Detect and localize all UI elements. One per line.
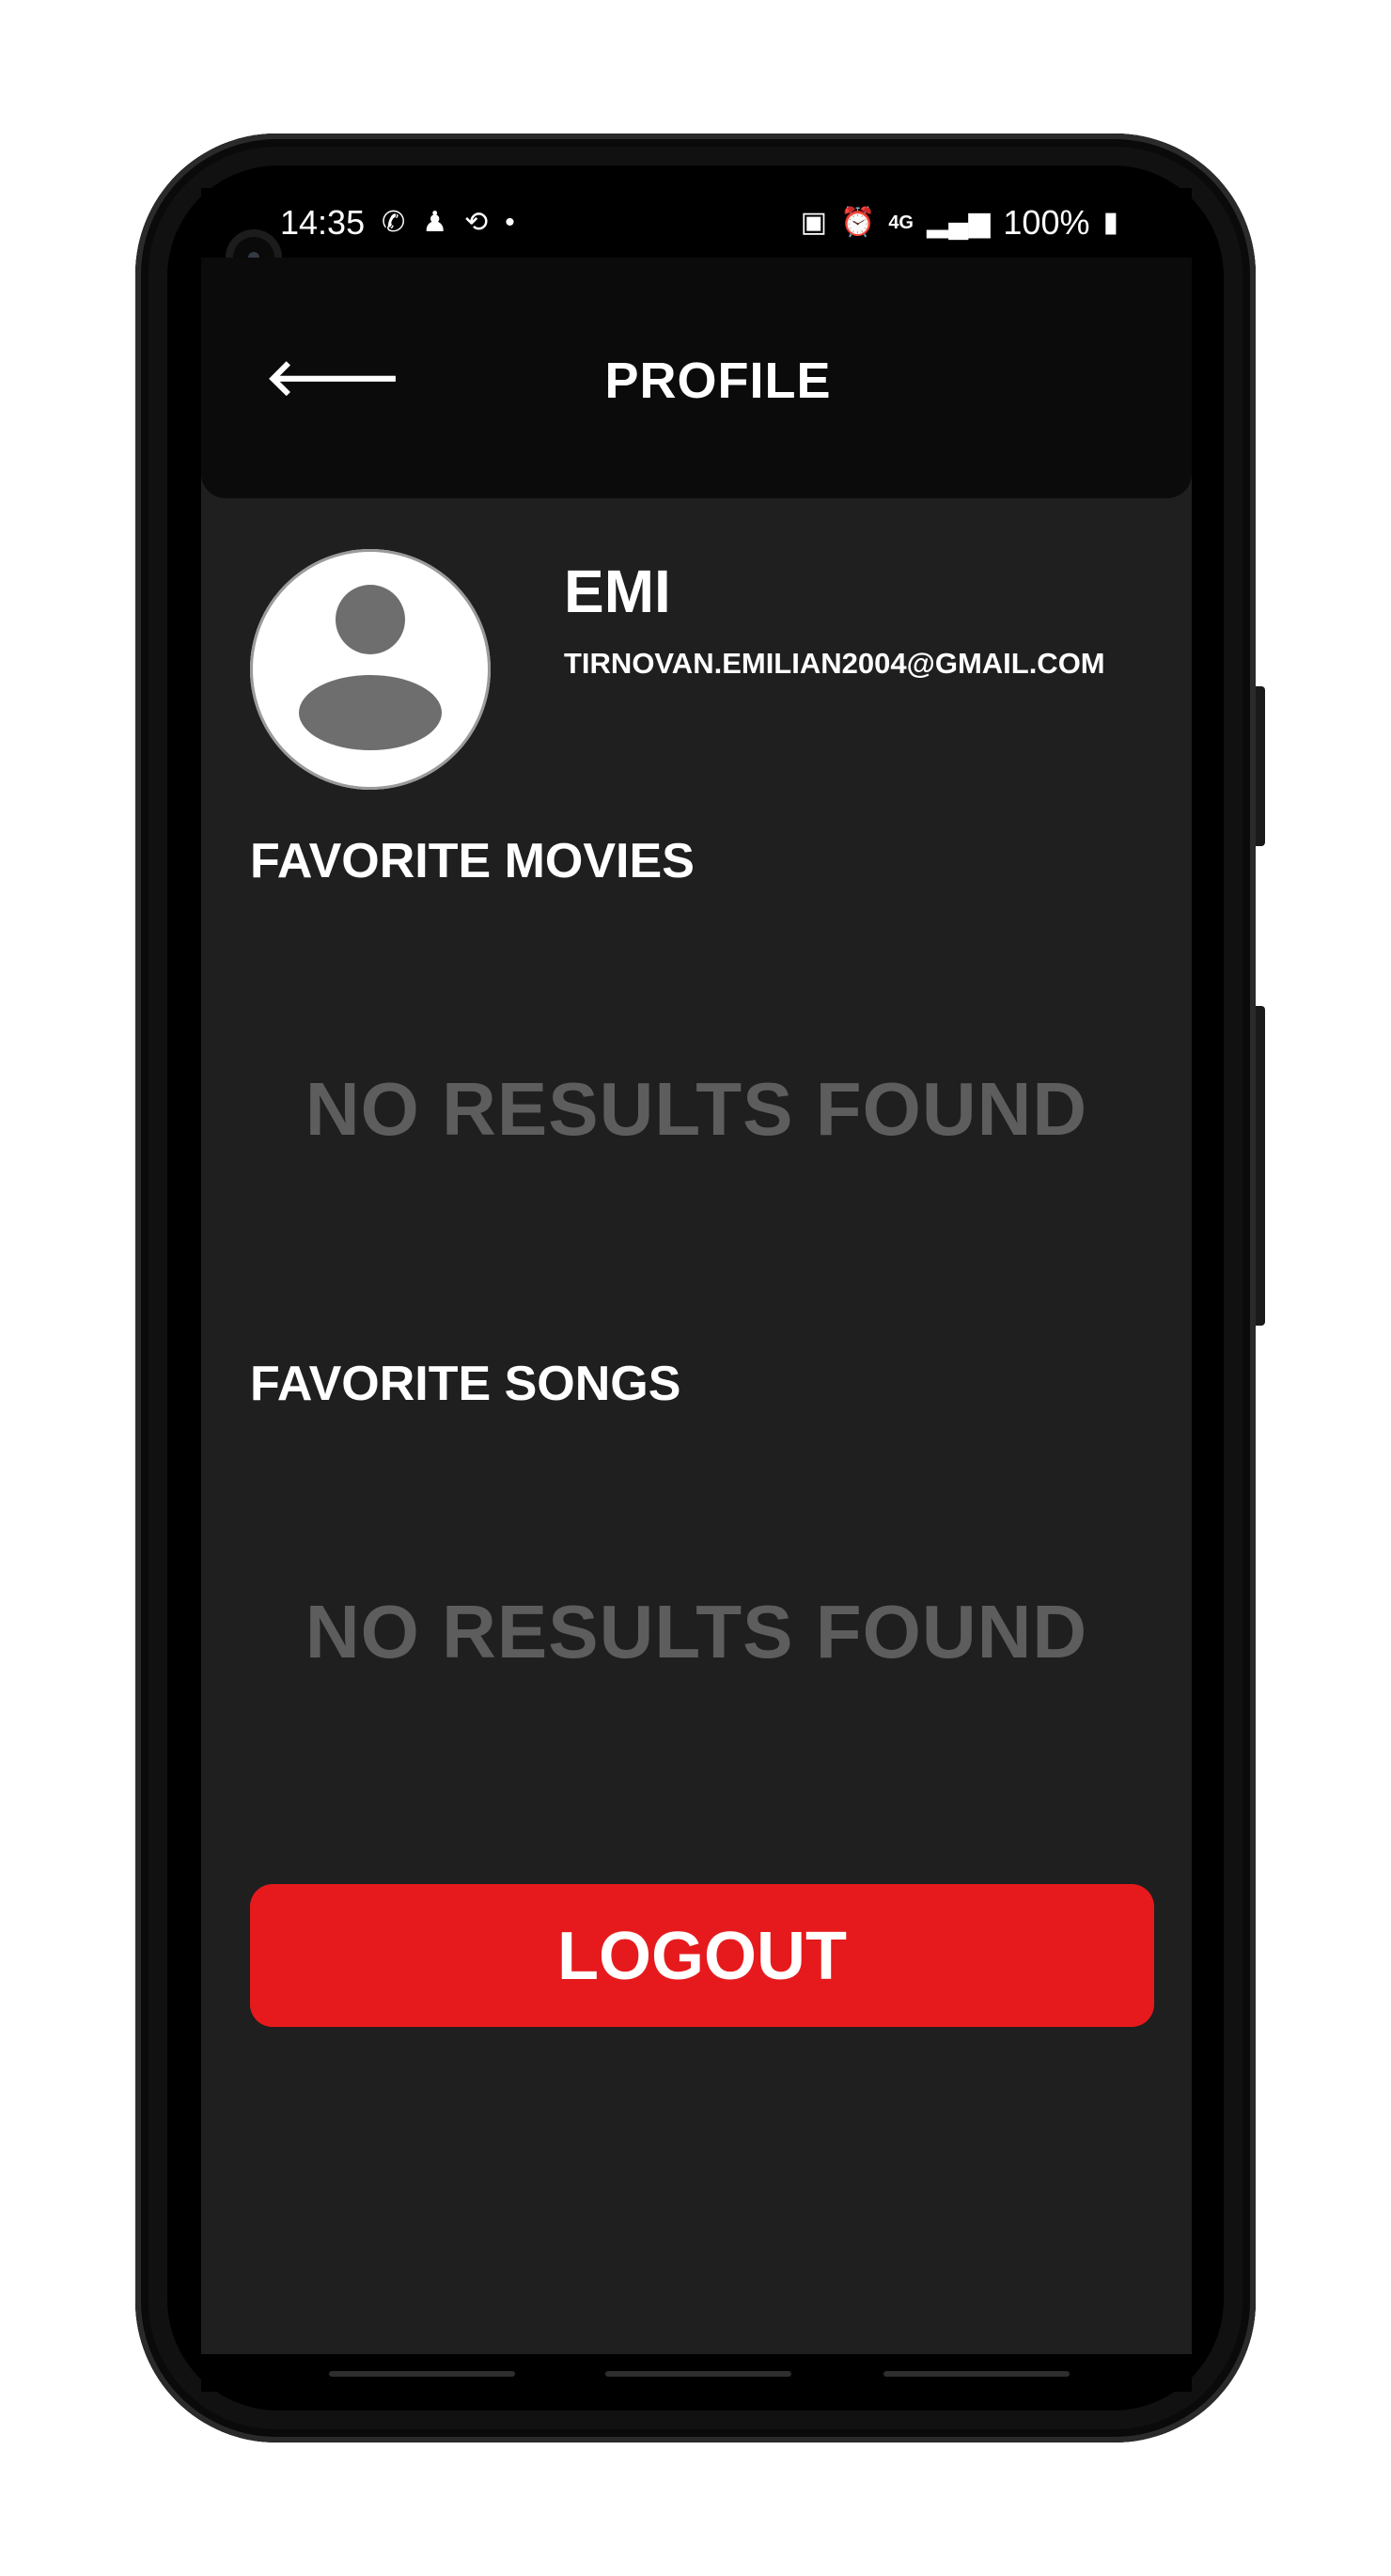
battery-percent: 100% xyxy=(1003,203,1090,242)
volume-button xyxy=(1256,686,1265,846)
notification-icon: ♟ xyxy=(422,207,448,238)
power-button xyxy=(1256,1006,1265,1326)
battery-icon: ▮ xyxy=(1102,207,1118,238)
avatar-body xyxy=(299,675,442,750)
default-avatar-icon xyxy=(336,585,405,654)
nav-handle-center[interactable] xyxy=(605,2371,791,2377)
user-email: TIRNOVAN.EMILIAN2004@GMAIL.COM xyxy=(564,647,1105,680)
nav-handle-right[interactable] xyxy=(883,2371,1070,2377)
battery-saver-icon: ▣ xyxy=(800,207,827,238)
user-name: EMI xyxy=(564,558,671,625)
favorite-songs-heading: FAVORITE SONGS xyxy=(250,1357,681,1411)
profile-screen: 🡐 PROFILE EMI TIRNOVAN.EMILIAN2004@GMAIL… xyxy=(201,258,1192,2354)
alarm-icon: ⏰ xyxy=(839,207,876,238)
nav-handle-left[interactable] xyxy=(329,2371,515,2377)
page-title: PROFILE xyxy=(604,353,832,409)
network-4g-icon: 4G xyxy=(888,212,914,233)
app-bar: 🡐 PROFILE xyxy=(201,258,1192,498)
signal-icon: ▂▄▆ xyxy=(927,207,991,238)
avatar[interactable] xyxy=(250,549,491,790)
app-icon: ⟲ xyxy=(464,207,489,238)
status-bar: 14:35 ✆ ♟ ⟲ • ▣ ⏰ 4G ▂▄▆ 100% ▮ xyxy=(201,188,1192,258)
whatsapp-icon: ✆ xyxy=(382,207,406,238)
gesture-nav-bar xyxy=(201,2354,1192,2392)
favorite-movies-heading: FAVORITE MOVIES xyxy=(250,834,695,888)
logout-button[interactable]: LOGOUT xyxy=(250,1884,1154,2027)
favorite-movies-empty: NO RESULTS FOUND xyxy=(305,1067,1088,1151)
dot-icon: • xyxy=(505,207,515,238)
status-time: 14:35 xyxy=(280,203,366,242)
favorite-songs-empty: NO RESULTS FOUND xyxy=(305,1590,1088,1673)
